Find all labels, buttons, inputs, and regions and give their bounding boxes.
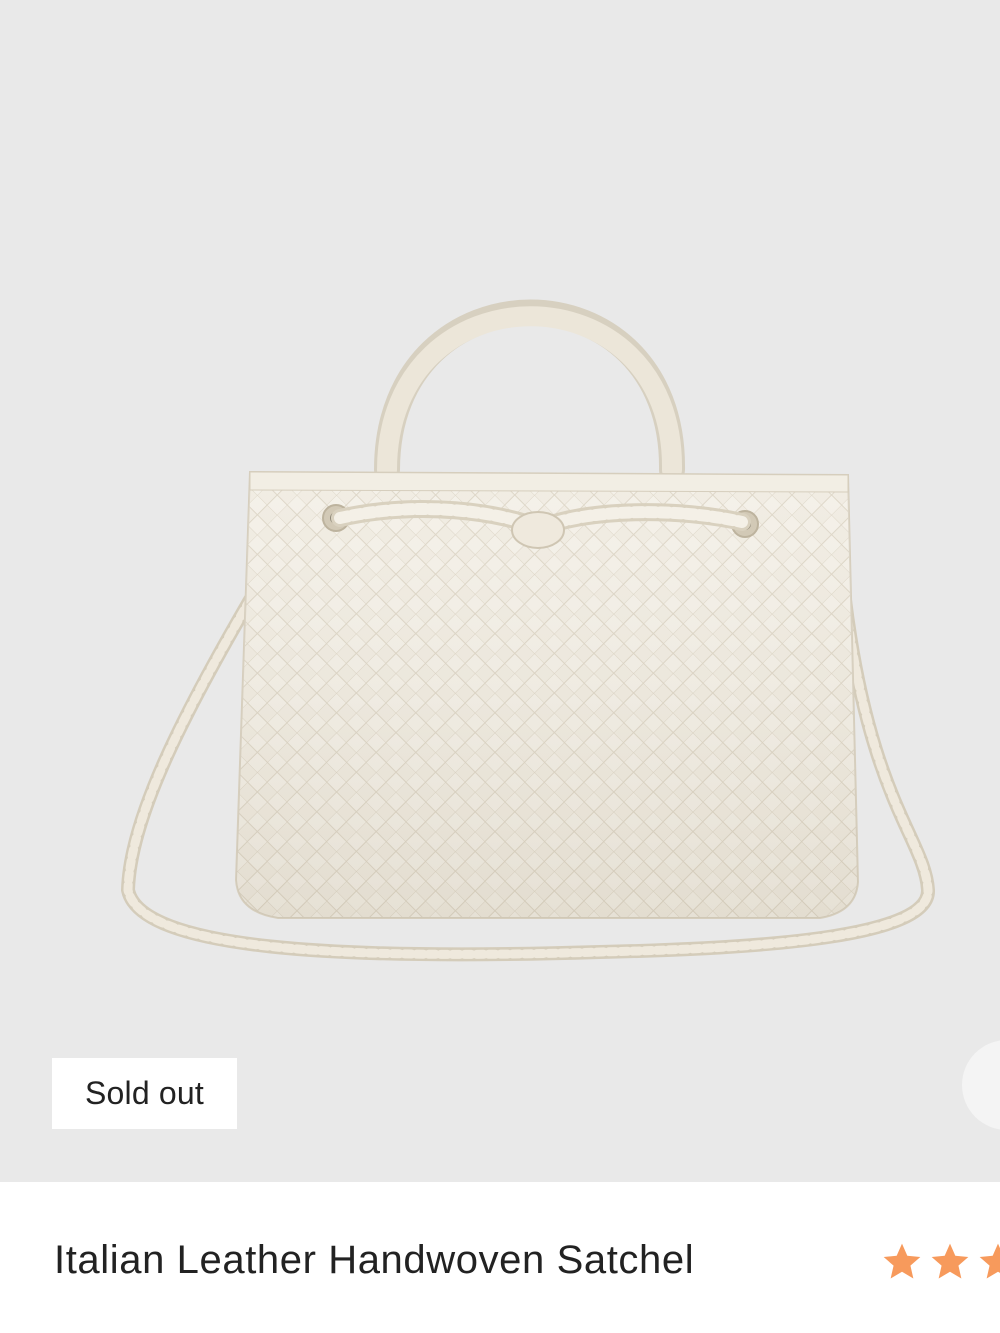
product-image-gallery[interactable]: Sold out — [0, 0, 1000, 1182]
product-title[interactable]: Italian Leather Handwoven Satchel — [54, 1238, 694, 1283]
sold-out-label: Sold out — [84, 1075, 205, 1111]
star-icon — [931, 1243, 969, 1279]
star-icon — [979, 1243, 1000, 1279]
star-icon — [883, 1243, 921, 1279]
product-image — [120, 299, 935, 962]
product-rating[interactable] — [880, 1240, 1000, 1284]
sold-out-badge: Sold out — [52, 1058, 237, 1129]
